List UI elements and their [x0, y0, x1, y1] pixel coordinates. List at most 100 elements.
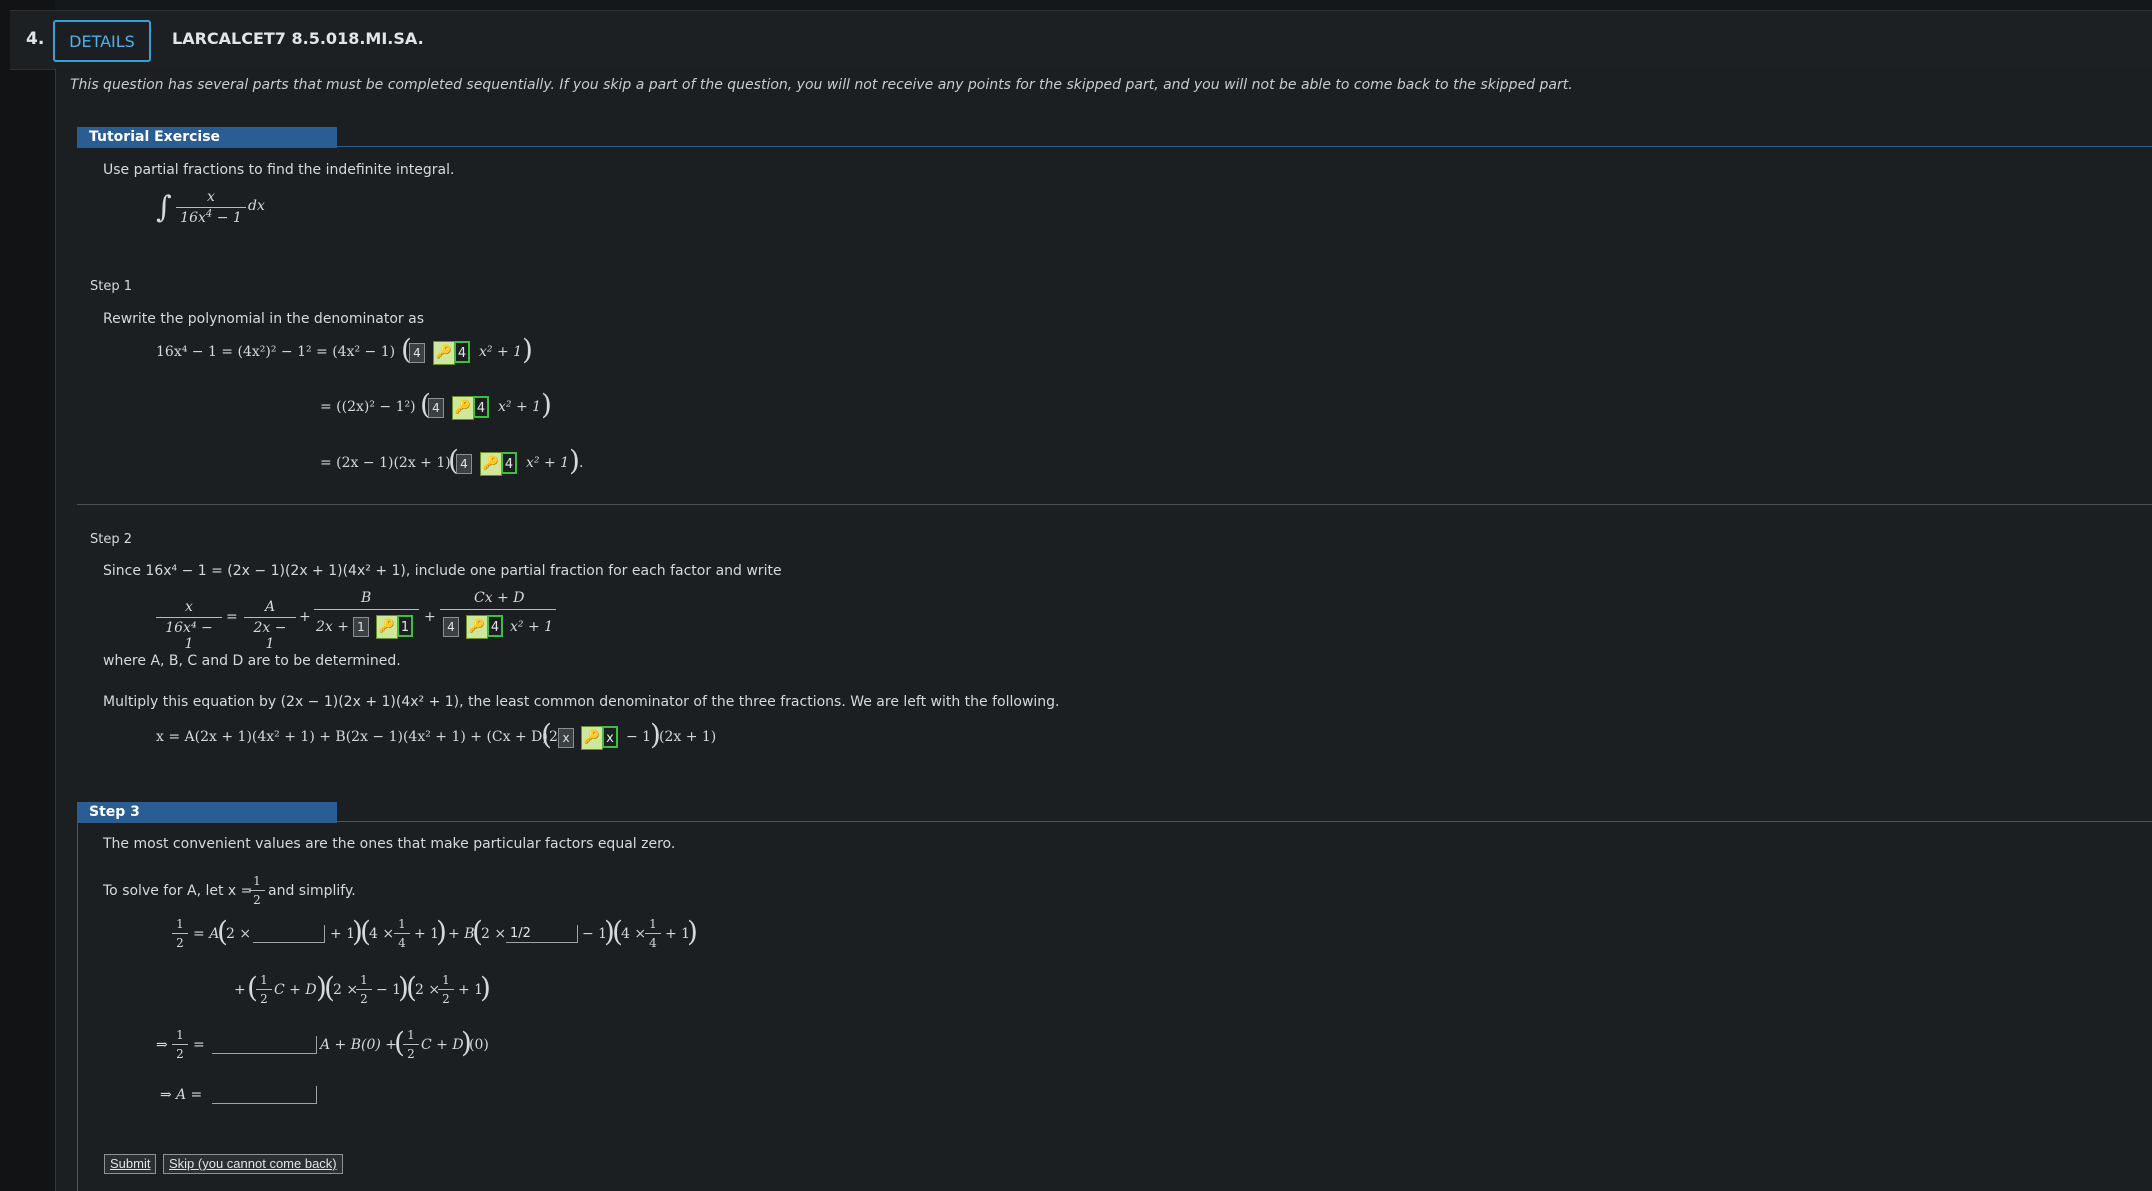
left-strip — [0, 0, 55, 1191]
quarter-fraction: 1 4 — [394, 917, 410, 950]
eq-part: 2 × — [333, 982, 359, 998]
half-den: 2 — [356, 989, 372, 1006]
step2-equation: x = A(2x + 1)(4x² + 1) + B(2x − 1)(4x² +… — [156, 729, 548, 745]
eq-tail: (2x + 1) — [659, 729, 717, 745]
half-den: 2 — [172, 1044, 188, 1061]
half-num: 1 — [176, 1028, 184, 1042]
implies-arrow: ⇒ — [160, 1087, 172, 1103]
integral-fraction: x 16x4 − 1 — [176, 189, 246, 226]
eq-zero: (0) — [469, 1037, 489, 1053]
eq-part: 2 × — [415, 982, 441, 998]
quarter-den: 4 — [645, 933, 661, 950]
step1-period: . — [579, 455, 584, 471]
lhs-num: x — [185, 599, 193, 615]
tutorial-header-line — [337, 146, 2152, 147]
step1-text: Rewrite the polynomial in the denominato… — [103, 311, 424, 327]
tutorial-instruction: Use partial fractions to find the indefi… — [103, 162, 455, 178]
half-fraction: 1 2 — [403, 1028, 419, 1061]
step2-answer-b: 1 — [397, 615, 413, 637]
step2-answer-x: x — [602, 726, 618, 748]
step2-since: Since 16x⁴ − 1 = (2x − 1)(2x + 1)(4x² + … — [103, 563, 782, 579]
half-num: 1 — [442, 973, 450, 987]
half-num: 1 — [360, 973, 368, 987]
integral-dx: dx — [248, 198, 265, 214]
sequential-notice: This question has several parts that mus… — [70, 77, 1573, 93]
step3-solve-a: To solve for A, let x = — [103, 883, 253, 899]
half-num: 1 — [253, 874, 261, 888]
frac-b-num: B — [361, 590, 372, 606]
b-substitution-input[interactable] — [506, 925, 578, 943]
step1-tail-2: x² + 1 — [498, 399, 542, 415]
a-coefficient-input[interactable] — [212, 1036, 317, 1054]
submit-button[interactable]: Submit — [104, 1154, 157, 1174]
half-fraction: 1 2 — [256, 973, 272, 1006]
frac-c-den-tail: x² + 1 — [510, 619, 554, 635]
key-icon[interactable]: 🔑 — [433, 341, 455, 365]
frac-b-bar — [314, 609, 419, 610]
half-den: 2 — [403, 1044, 419, 1061]
frac-a: A 2x − 1 — [244, 599, 296, 652]
details-button[interactable]: DETAILS — [53, 20, 151, 62]
step3-simplify: and simplify. — [268, 883, 356, 899]
key-icon[interactable]: 🔑 — [376, 615, 398, 639]
eq-two: 2 — [549, 729, 558, 745]
eq-part: 4 × — [369, 926, 395, 942]
paren-close: ) — [541, 388, 552, 421]
step1-line3: = (2x − 1)(2x + 1) — [320, 455, 451, 471]
tutorial-header: Tutorial Exercise — [77, 127, 337, 148]
half-fraction: 1 2 — [249, 874, 265, 907]
step1-tail-3: x² + 1 — [526, 455, 570, 471]
paren-close: ) — [522, 333, 533, 366]
eq-part: + B — [448, 926, 475, 942]
half-fraction: 1 2 — [438, 973, 454, 1006]
step1-title: Step 1 — [90, 279, 133, 294]
step2-gray-b: 1 — [353, 617, 369, 637]
step2-gray-c: 4 — [443, 617, 459, 637]
eq-part: = A — [193, 926, 220, 942]
implies-arrow: ⇒ — [156, 1037, 168, 1053]
key-icon[interactable]: 🔑 — [452, 396, 474, 420]
eq-part: 4 × — [621, 926, 647, 942]
eq-part: 2 × — [226, 926, 252, 942]
half-num: 1 — [260, 973, 268, 987]
skip-button[interactable]: Skip (you cannot come back) — [163, 1154, 343, 1174]
lhs-den: 16x⁴ − 1 — [156, 617, 222, 652]
question-header: 4. DETAILS LARCALCET7 8.5.018.MI.SA. — [10, 10, 2152, 70]
eq-part: C + D — [274, 982, 317, 998]
integral-den-b: − 1 — [212, 210, 242, 226]
integral-den-a: 16x — [180, 210, 206, 226]
step2-multiply: Multiply this equation by (2x − 1)(2x + … — [103, 694, 1060, 710]
step2-answer-c: 4 — [487, 615, 503, 637]
eq-minus-one: − 1 — [626, 729, 652, 745]
step1-answer-3: 4 — [501, 452, 517, 474]
quarter-fraction: 1 4 — [645, 917, 661, 950]
question-number: 4. — [26, 29, 45, 49]
question-panel — [55, 69, 2152, 1191]
step3-header-line — [337, 821, 2152, 822]
step1-line2: = ((2x)² − 1²) — [320, 399, 416, 415]
a-answer-input[interactable] — [212, 1086, 317, 1104]
frac-b-den: 2x + — [316, 619, 349, 635]
a-label: A = — [176, 1087, 203, 1103]
a-substitution-input[interactable] — [253, 925, 325, 943]
half-den: 2 — [172, 933, 188, 950]
quarter-num: 1 — [398, 917, 406, 931]
step3-border — [77, 823, 78, 1191]
step3-header: Step 3 — [77, 802, 337, 823]
integral-sign: ∫ — [156, 190, 172, 225]
half-fraction: 1 2 — [172, 917, 188, 950]
frac-c-bar — [440, 609, 556, 610]
frac-a-num: A — [264, 599, 276, 615]
key-icon[interactable]: 🔑 — [480, 452, 502, 476]
step1-tail-1: x² + 1 — [479, 344, 523, 360]
eq-part: + — [234, 982, 246, 998]
eq-part: = — [193, 1037, 205, 1053]
step2-gray-x: x — [558, 728, 574, 748]
key-icon[interactable]: 🔑 — [466, 615, 488, 639]
key-icon[interactable]: 🔑 — [581, 726, 603, 750]
question-code: LARCALCET7 8.5.018.MI.SA. — [172, 29, 424, 48]
step1-gray-box-3: 4 — [456, 454, 472, 474]
plus-sign: + — [299, 609, 311, 625]
divider — [77, 504, 2152, 505]
integral-numerator: x — [207, 189, 215, 205]
